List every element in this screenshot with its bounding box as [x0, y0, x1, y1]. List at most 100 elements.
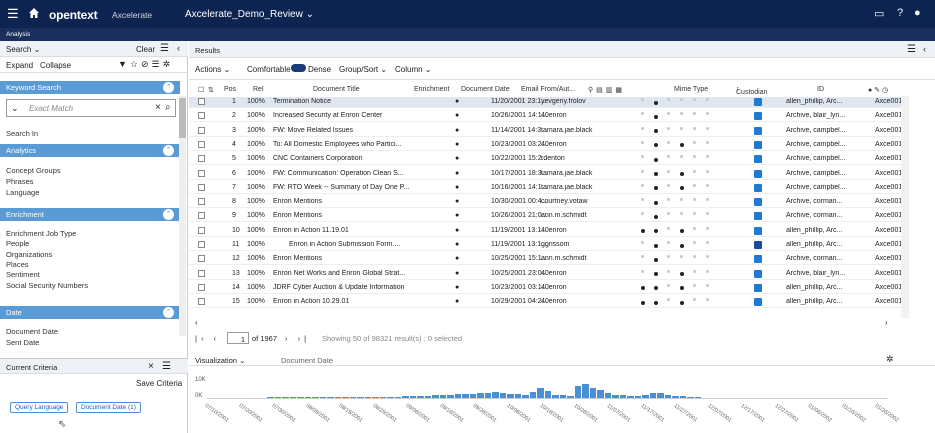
list-menu-icon[interactable]: ☰ — [160, 43, 169, 54]
table-row[interactable]: 6 100% FW: Communication: Operation Clean … — [189, 169, 909, 180]
cell-title[interactable]: Enron Net Works and Enron Global Strat..… — [273, 270, 423, 277]
menu-icon[interactable]: ☰ — [7, 7, 19, 20]
row-checkbox[interactable] — [198, 198, 205, 206]
histogram-bar[interactable] — [394, 397, 401, 398]
row-checkbox[interactable] — [198, 226, 205, 234]
col-rel[interactable]: Rel — [253, 86, 264, 93]
histogram-bar[interactable] — [589, 388, 596, 398]
histogram-bar[interactable] — [387, 397, 394, 398]
histogram-bar[interactable] — [312, 397, 319, 398]
cell-title[interactable]: Increased Security at Enron Center — [273, 112, 423, 119]
cell-title[interactable]: Enron in Action 11.19.01 — [273, 227, 423, 234]
histogram-bar[interactable] — [274, 397, 281, 398]
help-icon[interactable]: ? — [897, 7, 903, 19]
histogram-bar[interactable] — [544, 391, 551, 398]
analytics-item[interactable]: Concept Groups — [6, 166, 61, 175]
table-row[interactable]: 3 100% FW: Move Related Issues ● 11/14/2001 … — [189, 126, 909, 137]
histogram-bar[interactable] — [364, 397, 371, 398]
table-row[interactable]: 2 100% Increased Security at Enron Center ●… — [189, 111, 909, 123]
col-title[interactable]: Document Title — [313, 86, 360, 93]
expand-button[interactable]: Expand — [6, 61, 33, 70]
cell-title[interactable]: Enron Mentions — [273, 255, 423, 262]
table-row[interactable]: 5 100% CNC Containers Corporation ● 10/22/20… — [189, 154, 909, 166]
table-row[interactable]: 12 100% Enron Mentions ● 10/25/2001 15:1... a… — [189, 254, 909, 266]
histogram-bar[interactable] — [657, 393, 664, 398]
row-checkbox[interactable] — [198, 98, 205, 105]
histogram-bar[interactable] — [492, 392, 499, 398]
histogram-bar[interactable] — [559, 395, 566, 398]
density-toggle[interactable] — [291, 64, 306, 72]
home-icon[interactable] — [28, 7, 40, 19]
close-icon[interactable]: × — [148, 361, 154, 372]
col-docdate[interactable]: Document Date — [461, 86, 510, 93]
enrichment-item[interactable]: People — [6, 239, 29, 248]
histogram-bar[interactable] — [462, 394, 469, 398]
cell-title[interactable]: FW: RTO Week -- Summary of Day One P... — [273, 184, 423, 191]
histogram-bar[interactable] — [672, 396, 679, 398]
table-row[interactable]: 11 100% Enron in Action Submission Form...… — [189, 240, 909, 251]
histogram-bar[interactable] — [304, 397, 311, 398]
date-item[interactable]: Sent Date — [6, 338, 39, 347]
collapse-icon[interactable]: ⌃ — [163, 307, 174, 318]
row-checkbox[interactable] — [198, 269, 205, 277]
search-dropdown[interactable]: Search ⌄ — [6, 45, 40, 54]
histogram-bar[interactable] — [642, 395, 649, 398]
search-icon[interactable]: ⌕ — [165, 102, 171, 113]
histogram-bar[interactable] — [357, 397, 364, 398]
cell-title[interactable]: Enron Mentions — [273, 198, 423, 205]
cell-title[interactable]: FW: Communication: Operation Clean S... — [273, 170, 423, 177]
grid-scrollbar[interactable] — [901, 96, 909, 318]
cell-title[interactable]: Enron Mentions — [273, 212, 423, 219]
section-analytics[interactable]: Analytics ⌃ — [0, 144, 180, 157]
column-dropdown[interactable]: Column ⌄ — [395, 65, 432, 74]
section-enrichment[interactable]: Enrichment ⌃ — [0, 208, 180, 221]
histogram-bar[interactable] — [477, 393, 484, 398]
col-custodian[interactable]: Custodian ↑ — [736, 86, 768, 96]
histogram-bar[interactable] — [334, 397, 341, 398]
cell-title[interactable]: Enron in Action Submission Form.... — [289, 241, 423, 248]
cell-title[interactable]: Enron in Action 10.29.01 — [273, 298, 423, 305]
histogram-bar[interactable] — [417, 396, 424, 398]
row-checkbox[interactable] — [198, 298, 205, 306]
enrichment-item[interactable]: Organizations — [6, 250, 52, 259]
row-checkbox[interactable] — [198, 155, 205, 163]
histogram-bar[interactable] — [342, 397, 349, 398]
row-checkbox[interactable] — [198, 169, 205, 177]
histogram-bar[interactable] — [402, 396, 409, 398]
select-all-checkbox[interactable]: ☐ — [198, 86, 204, 94]
histogram-bar[interactable] — [439, 395, 446, 398]
histogram-bar[interactable] — [319, 397, 326, 398]
filter-icon[interactable]: ▼☆⊘☰✲ — [118, 59, 173, 70]
histogram-bar[interactable] — [627, 396, 634, 398]
sort-icon[interactable]: ⇅ — [208, 86, 214, 94]
enrichment-item[interactable]: Places — [6, 260, 29, 269]
histogram-bar[interactable] — [484, 393, 491, 398]
collapse-left-icon[interactable]: ‹ — [177, 43, 180, 53]
col-mime[interactable]: Mime Type — [674, 86, 708, 93]
gear-icon[interactable]: ✲ — [886, 354, 894, 365]
col-pos[interactable]: Pos — [224, 86, 236, 93]
table-row[interactable]: 10 100% Enron in Action 11.19.01 ● 11/19/200… — [189, 226, 909, 237]
collapse-right-icon[interactable]: ‹ — [923, 44, 926, 54]
histogram-bar[interactable] — [409, 396, 416, 398]
histogram-bar[interactable] — [379, 397, 386, 398]
enrichment-item[interactable]: Sentiment — [6, 270, 40, 279]
close-icon[interactable]: × — [155, 102, 161, 113]
row-checkbox[interactable] — [198, 112, 205, 120]
chevron-down-icon[interactable]: ⌄ — [11, 103, 19, 114]
scroll-right-icon[interactable]: › — [885, 318, 888, 327]
clear-button[interactable]: Clear — [136, 45, 155, 54]
col-email[interactable]: Email From/Aut... — [521, 86, 575, 93]
save-criteria-button[interactable]: Save Criteria — [136, 379, 182, 388]
histogram-bar[interactable] — [447, 395, 454, 398]
row-checkbox[interactable] — [198, 255, 205, 263]
list-menu-icon[interactable]: ☰ — [907, 44, 916, 55]
row-checkbox[interactable] — [198, 126, 205, 134]
cell-title[interactable]: JDRF Cyber Auction & Update Information — [273, 284, 423, 291]
histogram-bar[interactable] — [694, 397, 701, 398]
histogram-bar[interactable] — [634, 396, 641, 398]
table-row[interactable]: 7 100% FW: RTO Week -- Summary of Day One … — [189, 183, 909, 194]
histogram-bar[interactable] — [267, 397, 274, 398]
histogram-bar[interactable] — [529, 392, 536, 398]
histogram-bar[interactable] — [297, 397, 304, 398]
